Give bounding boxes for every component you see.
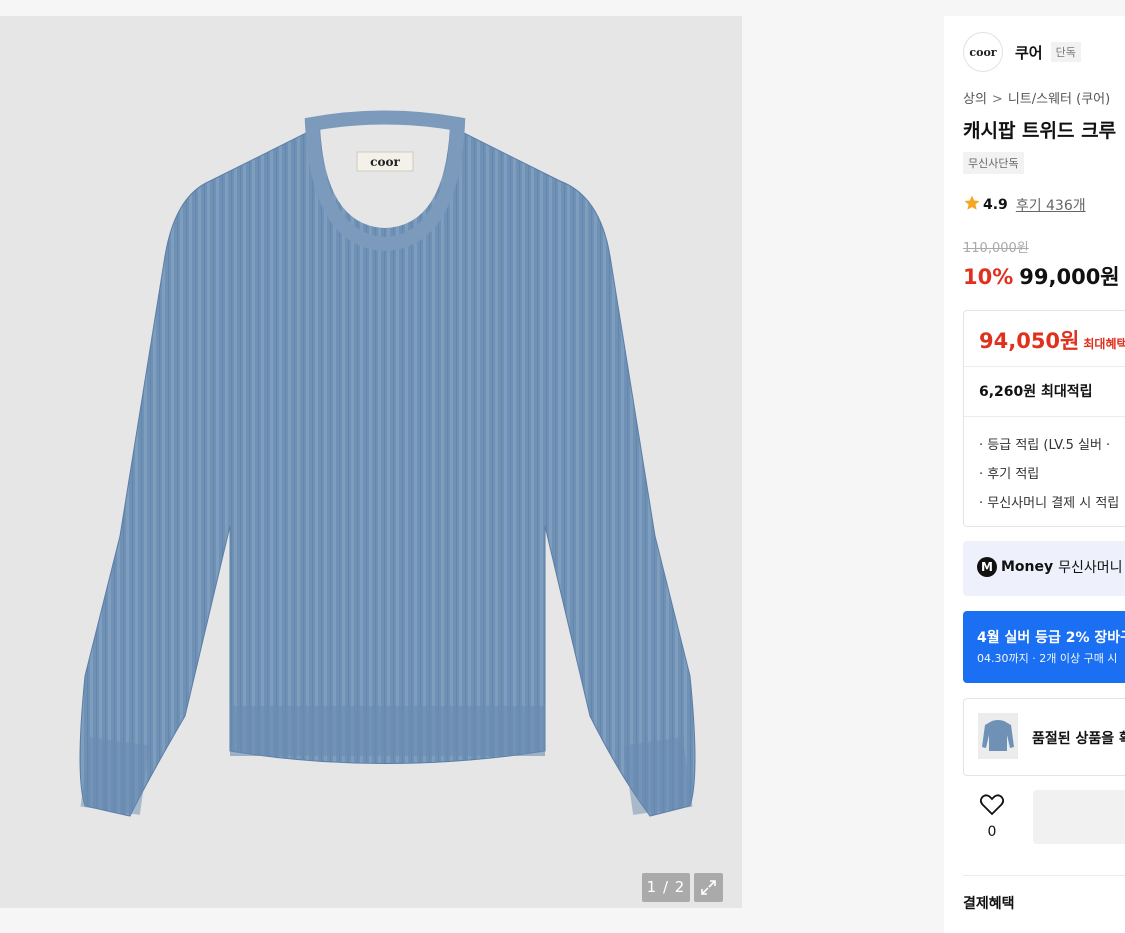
musinsa-money-banner[interactable]: M Money 무신사머니 (963, 541, 1125, 596)
star-icon (963, 194, 981, 216)
original-price: 110,000원 (963, 241, 1029, 256)
max-benefit: 94,050원 최대혜택 (979, 325, 1125, 355)
money-banner-text: 무신사머니 (1058, 560, 1123, 576)
like-count: 0 (987, 824, 997, 840)
breadcrumb: 상의 > 니트/스웨터 (쿠어) (963, 88, 1110, 107)
brand-row[interactable]: coor 쿠어 단독 (963, 32, 1081, 72)
brand-name[interactable]: 쿠어 (1015, 42, 1043, 63)
breadcrumb-item-subcategory[interactable]: 니트/스웨터 (쿠어) (1008, 92, 1110, 107)
benefit-box[interactable]: 94,050원 최대혜택 6,260원 최대적립 · 등급 적립 (LV.5 실버… (963, 310, 1125, 527)
heart-icon (979, 794, 1005, 821)
product-info-panel: coor 쿠어 단독 상의 > 니트/스웨터 (쿠어) 캐시팝 트위드 크루 무신사… (944, 16, 1125, 933)
divider (964, 366, 1125, 367)
purchase-button[interactable] (1033, 790, 1125, 844)
points-detail-list: · 등급 적립 (LV.5 실버 · · 후기 적립 · 무신사머니 결제 시 … (979, 431, 1119, 518)
garment-label: coor (356, 151, 414, 172)
review-count-link[interactable]: 후기 436개 (1016, 195, 1086, 215)
soldout-notice[interactable]: 품절된 상품을 확인해보세요 (963, 698, 1125, 776)
sale-price: 99,000원 (1019, 265, 1120, 289)
points-detail-item: · 후기 적립 (979, 467, 1040, 482)
payment-benefits-title: 결제혜택 (963, 896, 1015, 912)
svg-text:coor: coor (370, 155, 400, 169)
money-brand: Money (1001, 559, 1054, 575)
promo-subtitle: 04.30까지 · 2개 이상 구매 시 (977, 652, 1118, 665)
expand-icon[interactable] (694, 873, 723, 902)
points-detail-item: · 등급 적립 (LV.5 실버 · (979, 438, 1111, 453)
like-button[interactable]: 0 (976, 793, 1008, 843)
divider (964, 416, 1125, 417)
sweater-illustration (79, 110, 696, 817)
promo-banner[interactable]: 4월 실버 등급 2% 장바구니 04.30까지 · 2개 이상 구매 시 (963, 611, 1125, 683)
soldout-thumbnail (978, 713, 1018, 759)
rating-row: 4.9 후기 436개 (963, 194, 1086, 216)
max-benefit-price: 94,050원 (979, 329, 1080, 353)
soldout-text: 품절된 상품을 확인해보세요 (1032, 731, 1125, 747)
breadcrumb-item-category[interactable]: 상의 (963, 92, 987, 107)
exclusive-tag: 무신사단독 (963, 152, 1024, 174)
product-title: 캐시팝 트위드 크루 (963, 120, 1117, 142)
brand-logo[interactable]: coor (963, 32, 1003, 72)
max-benefit-label: 최대혜택 (1083, 337, 1125, 351)
product-image: coor (79, 110, 696, 817)
brand-exclusive-badge: 단독 (1050, 42, 1081, 62)
points-detail-item: · 무신사머니 결제 시 적립 (979, 496, 1120, 511)
money-logo-icon: M (977, 557, 997, 577)
image-counter: 1 / 2 (642, 873, 690, 902)
divider (963, 875, 1125, 876)
max-points: 6,260원 최대적립 (979, 384, 1093, 400)
price-row: 10% 99,000원 (963, 261, 1120, 291)
product-image-gallery[interactable]: coor 1 / 2 (0, 16, 742, 908)
rating-score: 4.9 (983, 197, 1008, 213)
promo-title: 4월 실버 등급 2% 장바구니 (977, 630, 1125, 646)
breadcrumb-separator: > (991, 92, 1003, 107)
discount-rate: 10% (963, 265, 1014, 289)
